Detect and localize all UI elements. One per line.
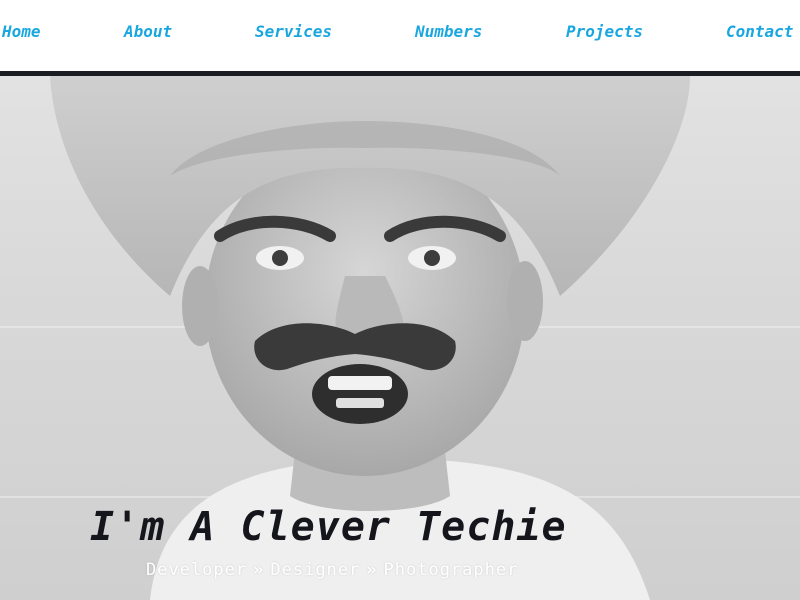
hero-heading: I'm A Clever Techie [90, 504, 567, 550]
main-navigation: Home About Services Numbers Projects Con… [0, 0, 800, 72]
chevron-double-right-icon: » [253, 560, 265, 580]
hero-roles: Developer» Designer» Photographer [146, 560, 518, 580]
nav-link-about[interactable]: About [124, 22, 172, 41]
nav-link-projects[interactable]: Projects [566, 22, 643, 41]
nav-link-home[interactable]: Home [2, 22, 41, 41]
nav-link-services[interactable]: Services [255, 22, 332, 41]
role-designer: Designer [270, 560, 361, 580]
role-developer: Developer [146, 560, 248, 580]
hero-section: I'm A Clever Techie Developer» Designer» P… [0, 76, 800, 600]
nav-link-numbers[interactable]: Numbers [415, 22, 482, 41]
nav-link-contact[interactable]: Contact [726, 22, 793, 41]
chevron-double-right-icon: » [366, 560, 378, 580]
role-photographer: Photographer [383, 560, 519, 580]
